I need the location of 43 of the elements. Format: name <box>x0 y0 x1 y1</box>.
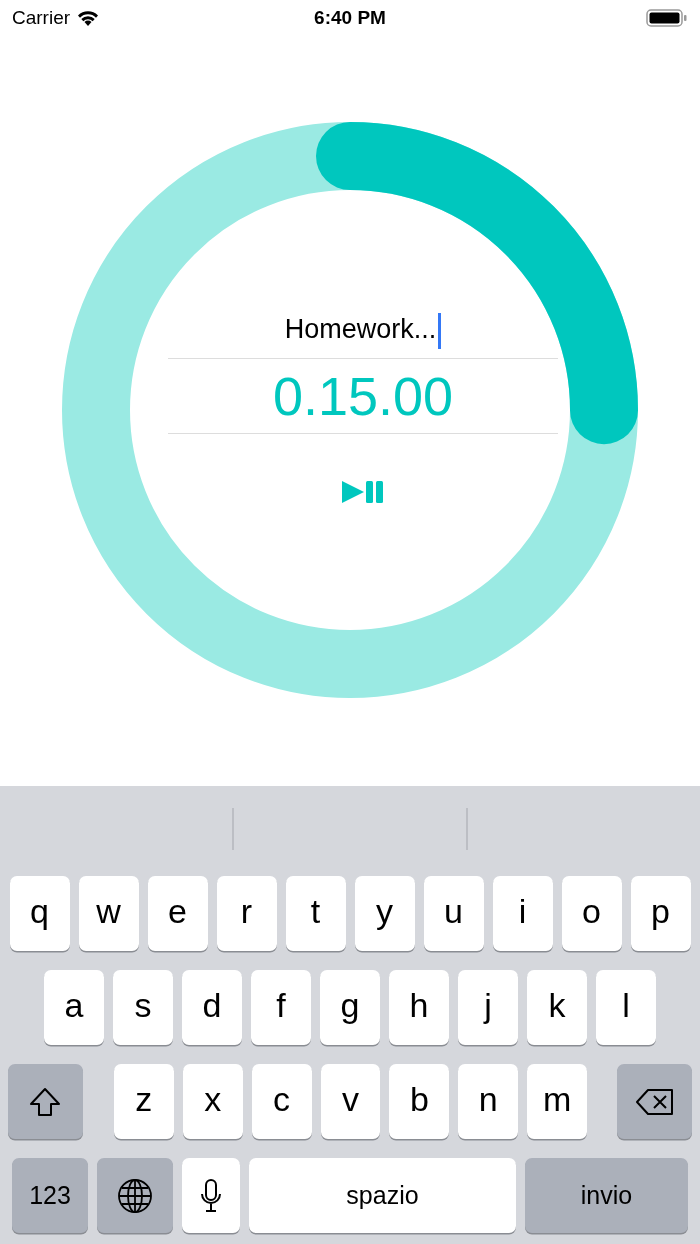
letter-key[interactable]: h <box>389 970 449 1045</box>
task-field[interactable]: Homework... <box>168 300 558 359</box>
letter-key[interactable]: r <box>216 876 277 951</box>
letter-key[interactable]: o <box>561 876 622 951</box>
letter-key[interactable]: b <box>389 1064 450 1139</box>
timer-display: 0.15.00 <box>168 359 558 434</box>
backspace-key[interactable] <box>617 1064 692 1139</box>
microphone-icon <box>200 1178 222 1213</box>
globe-key[interactable] <box>97 1158 173 1233</box>
globe-icon <box>117 1177 153 1214</box>
wifi-icon <box>76 9 101 27</box>
shift-icon <box>29 1086 62 1117</box>
letter-key[interactable]: p <box>630 876 691 951</box>
letter-key[interactable]: s <box>113 970 173 1045</box>
letter-key[interactable]: q <box>9 876 70 951</box>
letter-key[interactable]: u <box>423 876 484 951</box>
return-key[interactable]: invio <box>525 1158 688 1233</box>
letter-key[interactable]: j <box>458 970 518 1045</box>
clock-time: 6:40 PM <box>314 7 386 29</box>
letter-key[interactable]: k <box>527 970 587 1045</box>
letter-key[interactable]: n <box>458 1064 519 1139</box>
letter-key[interactable]: t <box>285 876 346 951</box>
letter-key[interactable]: l <box>596 970 656 1045</box>
microphone-key[interactable] <box>182 1158 240 1233</box>
space-key[interactable]: spazio <box>249 1158 516 1233</box>
letter-key[interactable]: v <box>320 1064 381 1139</box>
letter-key[interactable]: z <box>113 1064 174 1139</box>
letter-key[interactable]: g <box>320 970 380 1045</box>
letter-key[interactable]: a <box>44 970 104 1045</box>
numbers-key[interactable]: 123 <box>12 1158 88 1233</box>
letter-key[interactable]: m <box>527 1064 588 1139</box>
letter-key[interactable]: e <box>147 876 208 951</box>
letter-key[interactable]: x <box>182 1064 243 1139</box>
letter-key[interactable]: c <box>251 1064 312 1139</box>
carrier-label: Carrier <box>12 7 71 29</box>
letter-key[interactable]: d <box>182 970 242 1045</box>
battery-icon <box>646 8 688 28</box>
shift-key[interactable] <box>8 1064 83 1139</box>
backspace-icon <box>634 1087 675 1116</box>
letter-key[interactable]: w <box>78 876 139 951</box>
letter-key[interactable]: y <box>354 876 415 951</box>
letter-key[interactable]: f <box>251 970 311 1045</box>
letter-key[interactable]: i <box>492 876 553 951</box>
